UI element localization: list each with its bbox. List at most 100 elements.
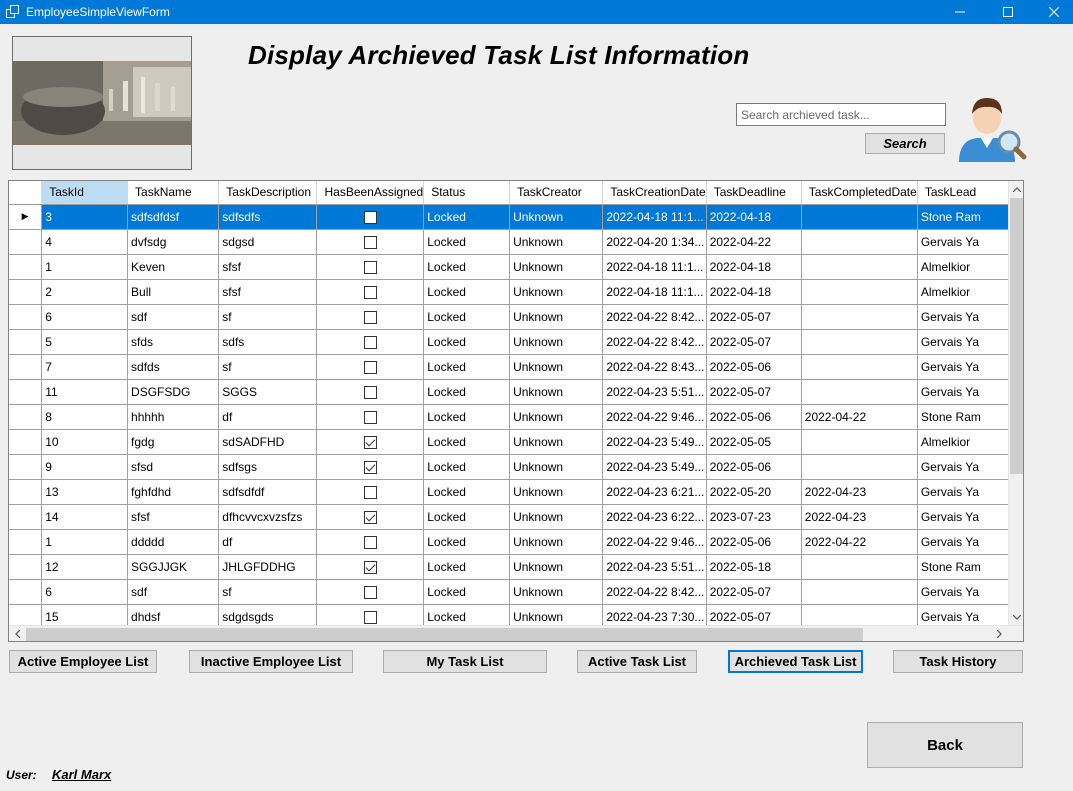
inactive-employee-list-button[interactable]: Inactive Employee List	[189, 650, 353, 673]
horizontal-scrollbar[interactable]	[9, 625, 1023, 641]
table-row[interactable]: 1 ddddd df Locked Unknown 2022-04-22 9:46... 2…	[9, 529, 1009, 555]
archieved-task-list-button[interactable]: Archieved Task List	[728, 650, 863, 673]
has-been-assigned-checkbox[interactable]	[363, 435, 377, 449]
has-been-assigned-checkbox[interactable]	[363, 360, 377, 374]
row-header[interactable]	[9, 479, 43, 505]
has-been-assigned-checkbox[interactable]	[363, 310, 377, 324]
row-header[interactable]	[9, 429, 43, 455]
column-header-taskdeadline[interactable]: TaskDeadline	[706, 181, 802, 205]
back-button[interactable]: Back	[867, 722, 1023, 768]
table-row[interactable]: 7 sdfds sf Locked Unknown 2022-04-22 8:43... 2…	[9, 354, 1009, 380]
column-header-tasklead[interactable]: TaskLead	[917, 181, 1009, 205]
column-header-taskid[interactable]: TaskId	[41, 181, 129, 205]
table-row[interactable]: 6 sdf sf Locked Unknown 2022-04-22 8:42... 202…	[9, 579, 1009, 605]
scroll-right-arrow[interactable]	[991, 626, 1007, 641]
has-been-assigned-checkbox[interactable]	[363, 560, 377, 574]
has-been-assigned-cell[interactable]	[316, 604, 425, 625]
has-been-assigned-cell[interactable]	[316, 354, 425, 380]
table-row[interactable]: 5 sfds sdfs Locked Unknown 2022-04-22 8:42...…	[9, 329, 1009, 355]
scroll-left-arrow[interactable]	[9, 626, 25, 641]
table-row[interactable]: 11 DSGFSDG SGGS Locked Unknown 2022-04-23 5:5…	[9, 379, 1009, 405]
row-header[interactable]	[9, 279, 43, 305]
maximize-button[interactable]	[985, 0, 1031, 24]
active-task-list-button[interactable]: Active Task List	[577, 650, 697, 673]
row-header[interactable]: ▶	[9, 204, 43, 230]
table-row[interactable]: 2 Bull sfsf Locked Unknown 2022-04-18 11:1...…	[9, 279, 1009, 305]
scroll-up-arrow[interactable]	[1009, 181, 1023, 197]
has-been-assigned-cell[interactable]	[316, 479, 425, 505]
has-been-assigned-checkbox[interactable]	[363, 335, 377, 349]
has-been-assigned-cell[interactable]	[316, 529, 425, 555]
column-header-hasbeenassigned[interactable]: HasBeenAssigned	[316, 181, 425, 205]
vertical-scrollbar[interactable]	[1008, 181, 1023, 625]
table-row[interactable]: 15 dhdsf sdgdsgds Locked Unknown 2022-04-23 7…	[9, 604, 1009, 625]
has-been-assigned-cell[interactable]	[316, 554, 425, 580]
has-been-assigned-cell[interactable]	[316, 304, 425, 330]
search-input[interactable]	[736, 103, 946, 126]
has-been-assigned-cell[interactable]	[316, 429, 425, 455]
user-name-link[interactable]: Karl Marx	[52, 767, 111, 782]
has-been-assigned-cell[interactable]	[316, 454, 425, 480]
row-header[interactable]	[9, 554, 43, 580]
column-header-taskname[interactable]: TaskName	[127, 181, 220, 205]
has-been-assigned-cell[interactable]	[316, 229, 425, 255]
table-row[interactable]: 13 fghfdhd sdfsdfdf Locked Unknown 2022-04-23…	[9, 479, 1009, 505]
has-been-assigned-cell[interactable]	[316, 204, 425, 230]
has-been-assigned-cell[interactable]	[316, 504, 425, 530]
horizontal-scroll-thumb[interactable]	[26, 628, 863, 641]
column-header-taskcompleteddate[interactable]: TaskCompletedDate	[801, 181, 918, 205]
table-row[interactable]: 8 hhhhh df Locked Unknown 2022-04-22 9:46... 2…	[9, 404, 1009, 430]
has-been-assigned-cell[interactable]	[316, 579, 425, 605]
has-been-assigned-checkbox[interactable]	[363, 285, 377, 299]
row-header[interactable]	[9, 529, 43, 555]
has-been-assigned-cell[interactable]	[316, 254, 425, 280]
has-been-assigned-cell[interactable]	[316, 279, 425, 305]
row-header[interactable]	[9, 229, 43, 255]
has-been-assigned-checkbox[interactable]	[363, 260, 377, 274]
active-employee-list-button[interactable]: Active Employee List	[9, 650, 157, 673]
has-been-assigned-checkbox[interactable]	[363, 235, 377, 249]
has-been-assigned-checkbox[interactable]	[363, 610, 377, 624]
table-row[interactable]: 10 fgdg sdSADFHD Locked Unknown 2022-04-23 5:…	[9, 429, 1009, 455]
row-header[interactable]	[9, 604, 43, 625]
column-header-taskcreationdate[interactable]: TaskCreationDate	[602, 181, 707, 205]
row-header[interactable]	[9, 454, 43, 480]
table-row[interactable]: 9 sfsd sdfsgs Locked Unknown 2022-04-23 5:49.…	[9, 454, 1009, 480]
row-header[interactable]	[9, 379, 43, 405]
row-header[interactable]	[9, 404, 43, 430]
table-row[interactable]: 14 sfsf dfhcvvcxvzsfzs Locked Unknown 2022-04…	[9, 504, 1009, 530]
vertical-scroll-thumb[interactable]	[1010, 198, 1023, 474]
row-header[interactable]	[9, 304, 43, 330]
has-been-assigned-cell[interactable]	[316, 329, 425, 355]
column-header-taskcreator[interactable]: TaskCreator	[509, 181, 604, 205]
row-header[interactable]	[9, 254, 43, 280]
archived-task-grid[interactable]: TaskId TaskName TaskDescription HasBeenAssi…	[8, 180, 1024, 642]
column-header-status[interactable]: Status	[423, 181, 511, 205]
has-been-assigned-checkbox[interactable]	[363, 210, 377, 224]
task-history-button[interactable]: Task History	[893, 650, 1023, 673]
minimize-button[interactable]	[937, 0, 983, 24]
has-been-assigned-cell[interactable]	[316, 404, 425, 430]
row-header[interactable]	[9, 354, 43, 380]
table-row[interactable]: ▶ 3 sdfsdfdsf sdfsdfs Locked Unknown 2022-04-1…	[9, 204, 1009, 230]
has-been-assigned-checkbox[interactable]	[363, 585, 377, 599]
has-been-assigned-checkbox[interactable]	[363, 535, 377, 549]
has-been-assigned-checkbox[interactable]	[363, 385, 377, 399]
my-task-list-button[interactable]: My Task List	[383, 650, 547, 673]
row-header[interactable]	[9, 504, 43, 530]
has-been-assigned-checkbox[interactable]	[363, 410, 377, 424]
table-row[interactable]: 6 sdf sf Locked Unknown 2022-04-22 8:42... 202…	[9, 304, 1009, 330]
has-been-assigned-checkbox[interactable]	[363, 460, 377, 474]
has-been-assigned-cell[interactable]	[316, 379, 425, 405]
has-been-assigned-checkbox[interactable]	[363, 485, 377, 499]
scroll-down-arrow[interactable]	[1009, 609, 1023, 625]
table-row[interactable]: 12 SGGJJGK JHLGFDDHG Locked Unknown 2022-04-2…	[9, 554, 1009, 580]
search-button[interactable]: Search	[865, 133, 945, 154]
table-row[interactable]: 1 Keven sfsf Locked Unknown 2022-04-18 11:1..…	[9, 254, 1009, 280]
close-button[interactable]	[1031, 0, 1073, 24]
row-header[interactable]	[9, 329, 43, 355]
row-header[interactable]	[9, 579, 43, 605]
column-header-taskdescription[interactable]: TaskDescription	[218, 181, 318, 205]
has-been-assigned-checkbox[interactable]	[363, 510, 377, 524]
table-row[interactable]: 4 dvfsdg sdgsd Locked Unknown 2022-04-20 1:34…	[9, 229, 1009, 255]
